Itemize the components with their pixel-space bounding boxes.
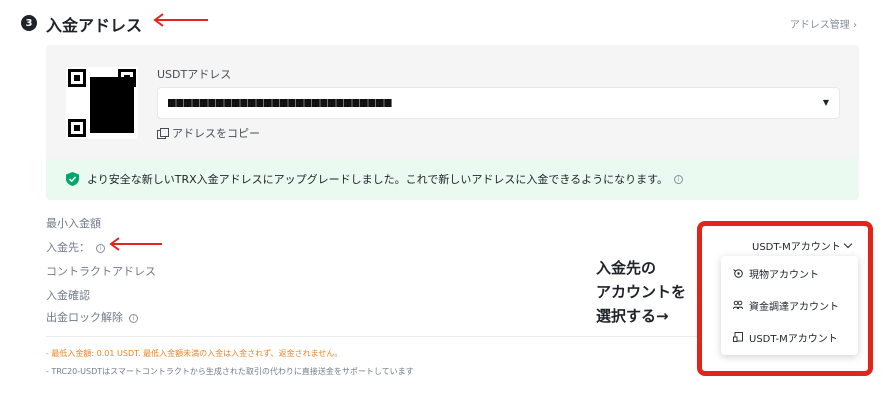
account-option-label: 現物アカウント [749, 269, 819, 281]
copy-address-button[interactable]: アドレスをコピー [157, 125, 260, 141]
info-icon[interactable]: i [674, 174, 684, 184]
spot-account-icon [733, 269, 743, 278]
red-arrow-annotation [109, 237, 162, 251]
chevron-down-icon [843, 239, 853, 249]
notice-text: より安全な新しいTRX入金アドレスにアップグレードしました。これで新しいアドレス… [87, 173, 669, 186]
deposit-to-label: 入金先： i [46, 239, 105, 255]
account-option-spot[interactable]: 現物アカウント [733, 264, 819, 282]
section-title: 入金アドレス [46, 16, 143, 35]
address-select[interactable]: ▼ [157, 87, 840, 119]
copy-address-label: アドレスをコピー [172, 127, 260, 140]
qr-finder [68, 69, 86, 87]
account-option-label: 資金調達アカウント [749, 301, 839, 313]
annotation-line: 入金先の [596, 259, 657, 277]
account-option-label: USDT-Mアカウント [749, 333, 838, 345]
account-option-funding[interactable]: 資金調達アカウント [733, 296, 839, 314]
account-option-usdtm[interactable]: USDT-Mアカウント [733, 328, 838, 346]
address-management-link[interactable]: アドレス管理 › [790, 16, 857, 31]
deposit-to-text: 入金先： [46, 241, 90, 254]
info-icon[interactable]: i [96, 243, 105, 253]
red-arrow-annotation [153, 13, 208, 27]
step-number-badge: 3 [21, 15, 37, 31]
min-deposit-note: - 最低入金額: 0.01 USDT. 最低入金額未満の入金は入金されず、返金さ… [46, 349, 343, 358]
account-dropdown: 現物アカウント 資金調達アカウント USDT-Mアカウント [721, 256, 858, 355]
futures-account-icon [733, 332, 743, 342]
caret-down-icon: ▼ [822, 98, 829, 107]
shield-check-icon [66, 172, 79, 186]
min-deposit-label: 最小入金額 [46, 217, 101, 230]
deposit-confirm-label: 入金確認 [46, 289, 90, 302]
qr-finder [68, 119, 86, 137]
masked-address-value [168, 99, 392, 107]
qr-redaction [90, 77, 134, 133]
account-select-value: USDT-Mアカウント [752, 242, 841, 253]
info-icon[interactable]: i [129, 313, 138, 323]
qr-code [66, 67, 138, 139]
divider [46, 336, 698, 337]
withdraw-unlock-label: 出金ロック解除 i [46, 309, 138, 325]
annotation-line: アカウントを [596, 283, 687, 301]
copy-icon [157, 128, 169, 139]
annotation-line: 選択する→ [596, 307, 669, 325]
contract-address-label: コントラクトアドレス [46, 265, 156, 278]
upgrade-notice: より安全な新しいTRX入金アドレスにアップグレードしました。これで新しいアドレス… [46, 158, 859, 200]
trc20-note: - TRC20-USDTはスマートコントラクトから生成された取引の代わりに直接送… [46, 367, 414, 376]
annotation-text: 入金先の アカウントを 選択する→ [596, 256, 686, 328]
address-label: USDTアドレス [157, 68, 232, 81]
account-select[interactable]: USDT-Mアカウント [752, 238, 853, 253]
funding-account-icon [733, 300, 743, 310]
withdraw-unlock-text: 出金ロック解除 [46, 311, 123, 324]
